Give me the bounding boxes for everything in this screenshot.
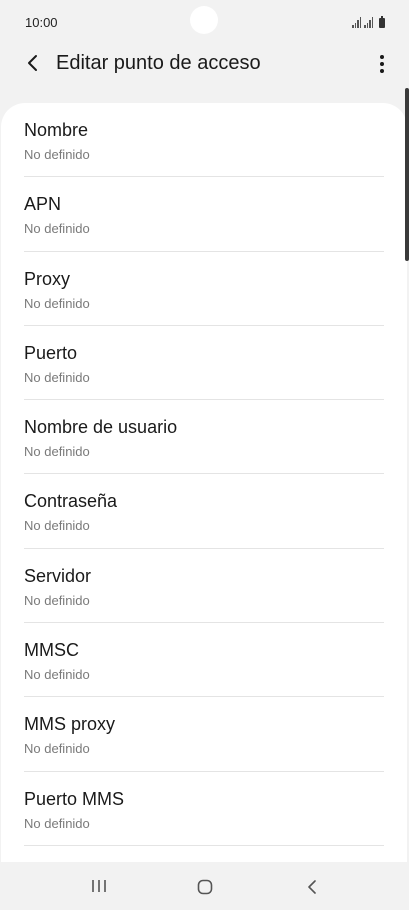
item-value: No definido [24,444,90,460]
list-item-proxy[interactable]: Proxy No definido [24,252,384,326]
item-value: No definido [24,295,90,311]
app-bar: Editar punto de acceso [0,44,409,84]
item-value: No definido [24,741,90,757]
scrollbar[interactable] [405,88,409,261]
status-bar: 10:00 [0,0,409,46]
settings-list: Nombre No definido APN No definido Proxy… [1,103,407,863]
signal-icon [352,17,361,28]
list-item-apn[interactable]: APN No definido [24,177,384,252]
status-icons [352,16,385,28]
item-label: Nombre de usuario [24,417,178,438]
item-label: APN [24,194,62,215]
screen: 10:00 Editar punto de acceso Nombre No d… [0,0,409,910]
list-item-contrasena[interactable]: Contraseña No definido [24,474,384,549]
item-value: No definido [24,147,90,162]
list-item-mms-proxy[interactable]: MMS proxy No definido [24,697,384,772]
nav-bar [0,862,409,910]
item-label: Proxy [24,268,71,289]
item-label: Puerto [24,342,78,363]
item-value: No definido [24,221,90,237]
battery-icon [379,16,385,28]
item-label: MMS proxy [24,714,116,735]
status-time: 10:00 [25,15,58,30]
item-value: No definido [24,667,90,683]
camera-cutout [190,6,218,34]
back-arrow-icon[interactable] [22,52,44,74]
nav-back-icon[interactable] [304,879,320,895]
list-item-nombre[interactable]: Nombre No definido [24,103,384,178]
recent-apps-icon[interactable] [90,879,108,893]
item-label: Puerto MMS [24,788,125,809]
list-item-puerto[interactable]: Puerto No definido [24,326,384,401]
item-value: No definido [24,518,90,534]
list-item-puerto-mms[interactable]: Puerto MMS No definido [24,772,384,846]
home-icon[interactable] [197,879,213,895]
more-vert-icon[interactable] [377,53,387,75]
list-item-nombre-usuario[interactable]: Nombre de usuario No definido [24,400,384,475]
signal-icon-2 [364,17,373,28]
item-value: No definido [24,592,90,608]
list-item-mmsc[interactable]: MMSC No definido [24,623,384,698]
list-item-servidor[interactable]: Servidor No definido [24,549,384,624]
item-value: No definido [24,815,90,831]
item-label: Nombre [24,120,89,140]
item-label: Servidor [24,565,92,586]
item-value: No definido [24,369,90,385]
item-label: Contraseña [24,491,118,512]
item-label: MMSC [24,640,79,661]
page-title: Editar punto de acceso [56,52,261,74]
